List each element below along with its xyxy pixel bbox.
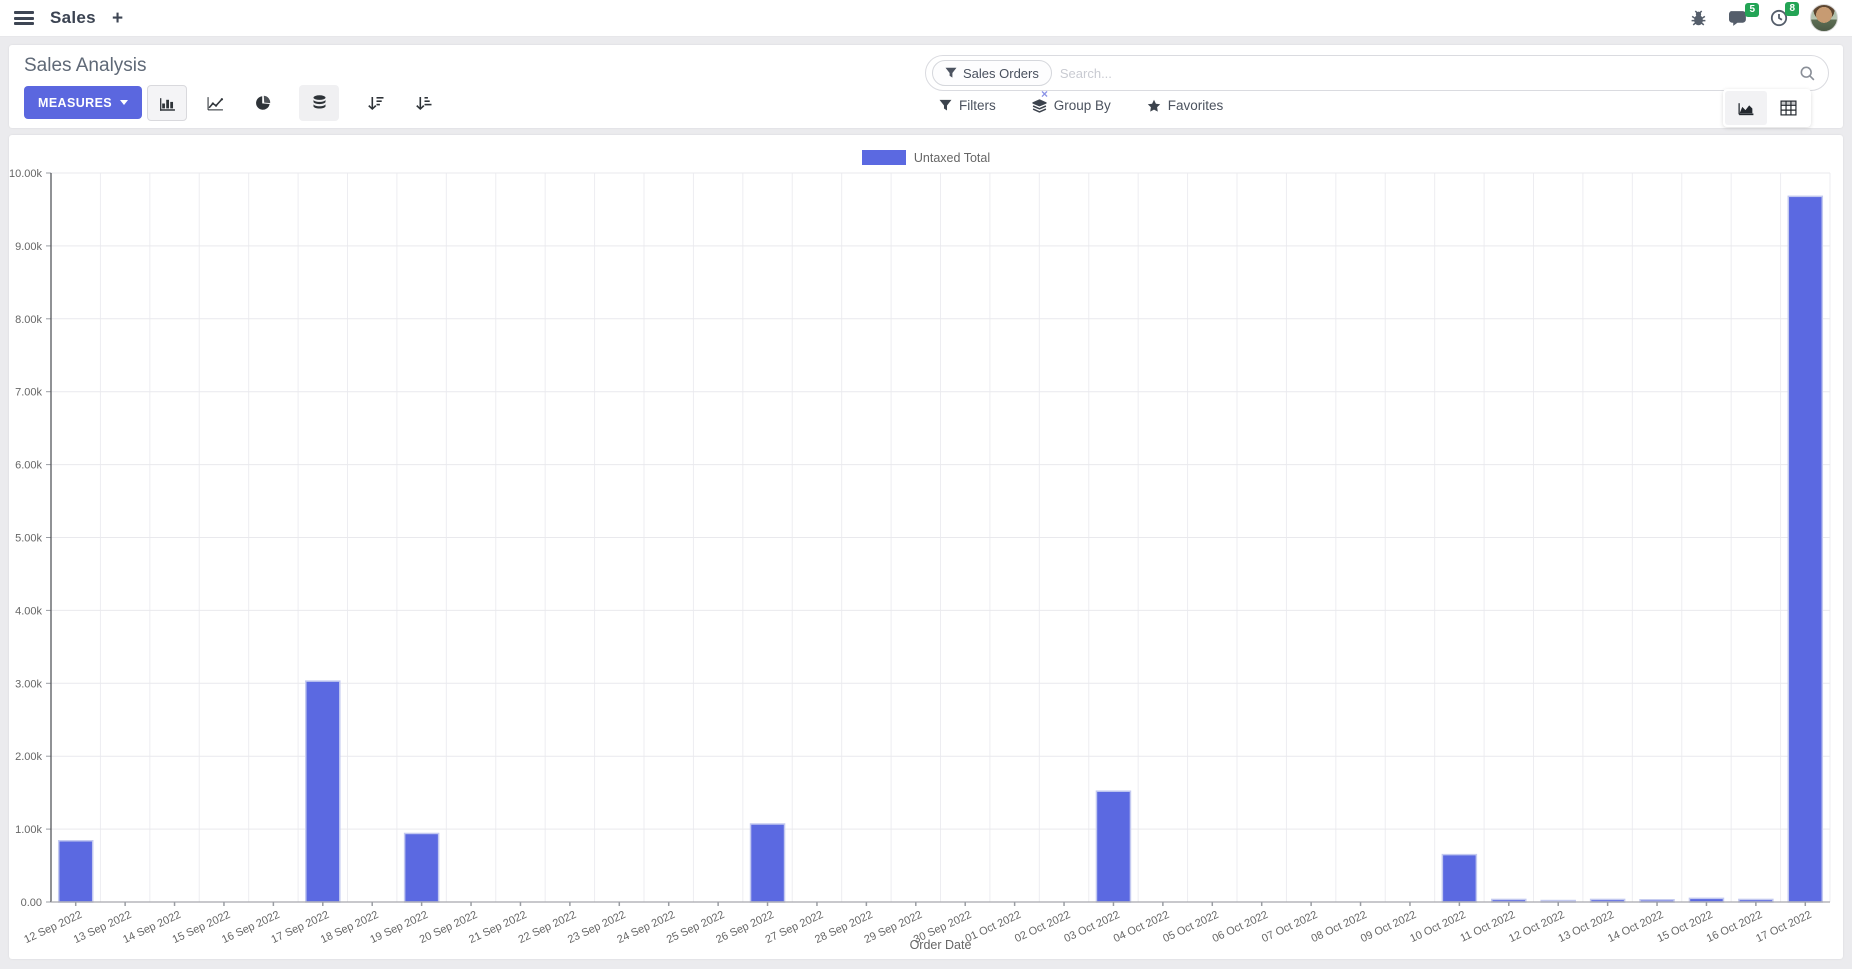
bar-19-Sep-2022[interactable] <box>405 833 439 902</box>
line-chart-view-button[interactable] <box>195 85 235 121</box>
app-title[interactable]: Sales <box>50 8 96 28</box>
bar-12-Sep-2022[interactable] <box>59 841 93 902</box>
messages-count-badge: 5 <box>1745 3 1759 17</box>
bar-17-Sep-2022[interactable] <box>306 681 340 902</box>
x-tick-label: 02 Oct 2022 <box>1013 909 1072 945</box>
bar-03-Oct-2022[interactable] <box>1096 791 1130 902</box>
activities-count-badge: 8 <box>1785 2 1799 16</box>
y-tick-label: 3.00k <box>15 678 42 690</box>
caret-down-icon <box>120 100 128 105</box>
layers-icon <box>1032 99 1047 113</box>
control-panel: Sales Analysis MEASURES <box>9 45 1843 128</box>
group-by-button[interactable]: Group By <box>1032 98 1111 113</box>
bar-26-Sep-2022[interactable] <box>751 824 785 902</box>
favorites-button[interactable]: Favorites <box>1147 98 1224 113</box>
x-tick-label: 15 Oct 2022 <box>1655 909 1714 945</box>
search-input[interactable] <box>1060 66 1799 81</box>
search-facet-sales-orders[interactable]: Sales Orders <box>932 60 1052 86</box>
legend-label: Untaxed Total <box>914 151 990 165</box>
x-tick-label: 06 Oct 2022 <box>1211 909 1270 945</box>
y-tick-label: 8.00k <box>15 314 42 326</box>
x-axis-title: Order Date <box>910 938 972 952</box>
x-tick-label: 13 Oct 2022 <box>1556 909 1615 945</box>
x-tick-label: 10 Oct 2022 <box>1408 909 1467 945</box>
page-title: Sales Analysis <box>24 55 147 77</box>
hamburger-menu-icon[interactable] <box>14 11 34 25</box>
star-icon <box>1147 99 1161 113</box>
debug-bug-icon[interactable] <box>1690 10 1707 27</box>
sort-ascending-button[interactable] <box>403 85 443 121</box>
measures-button[interactable]: MEASURES <box>24 86 142 119</box>
y-tick-label: 10.00k <box>9 168 42 180</box>
bar-10-Oct-2022[interactable] <box>1442 855 1476 902</box>
y-tick-label: 6.00k <box>15 460 42 472</box>
x-tick-label: 09 Oct 2022 <box>1359 909 1418 945</box>
x-tick-label: 16 Oct 2022 <box>1705 909 1764 945</box>
activities-clock-icon[interactable]: 8 <box>1770 9 1788 27</box>
search-icon[interactable] <box>1799 65 1816 82</box>
view-switcher <box>1723 89 1811 127</box>
graph-view-button[interactable] <box>1725 91 1767 125</box>
sort-descending-button[interactable] <box>355 85 395 121</box>
filter-funnel-icon <box>945 67 957 79</box>
new-tab-button[interactable]: + <box>112 9 123 28</box>
messages-icon[interactable]: 5 <box>1729 10 1748 27</box>
x-tick-label: 12 Oct 2022 <box>1507 909 1566 945</box>
x-tick-label: 05 Oct 2022 <box>1161 909 1220 945</box>
bar-chart-view-button[interactable] <box>147 85 187 121</box>
y-tick-label: 2.00k <box>15 751 42 763</box>
x-tick-label: 11 Oct 2022 <box>1458 909 1517 945</box>
x-tick-label: 08 Oct 2022 <box>1309 909 1368 945</box>
x-tick-label: 04 Oct 2022 <box>1112 909 1171 945</box>
y-tick-label: 0.00 <box>21 897 42 909</box>
y-tick-label: 9.00k <box>15 241 42 253</box>
chart-legend[interactable]: Untaxed Total <box>9 135 1843 167</box>
bar-17-Oct-2022[interactable] <box>1788 196 1822 902</box>
y-tick-label: 1.00k <box>15 824 42 836</box>
x-tick-label: 07 Oct 2022 <box>1260 909 1319 945</box>
stacked-toggle-button[interactable] <box>299 85 339 121</box>
bar-chart: 0.00 1.00k 2.00k 3.00k 4.00k 5.00k 6.00k 7.00k 8… <box>9 167 1843 957</box>
chart-area: Untaxed Total 0.00 1.00k 2.00k 3.00k 4.00k 5.… <box>9 135 1843 959</box>
top-navbar: Sales + 5 8 <box>0 0 1852 37</box>
y-tick-label: 4.00k <box>15 605 42 617</box>
pivot-view-button[interactable] <box>1767 91 1809 125</box>
x-tick-label: 01 Oct 2022 <box>963 909 1022 945</box>
filter-funnel-icon <box>939 99 952 112</box>
search-bar[interactable]: Sales Orders × <box>925 55 1829 91</box>
x-tick-label: 14 Oct 2022 <box>1606 909 1665 945</box>
y-tick-label: 7.00k <box>15 387 42 399</box>
user-avatar[interactable] <box>1810 4 1838 32</box>
x-tick-label: 03 Oct 2022 <box>1062 909 1121 945</box>
legend-swatch <box>862 150 906 165</box>
y-tick-label: 5.00k <box>15 533 42 545</box>
x-tick-label: 17 Oct 2022 <box>1754 909 1813 945</box>
filters-button[interactable]: Filters <box>939 98 996 113</box>
pie-chart-view-button[interactable] <box>243 85 283 121</box>
